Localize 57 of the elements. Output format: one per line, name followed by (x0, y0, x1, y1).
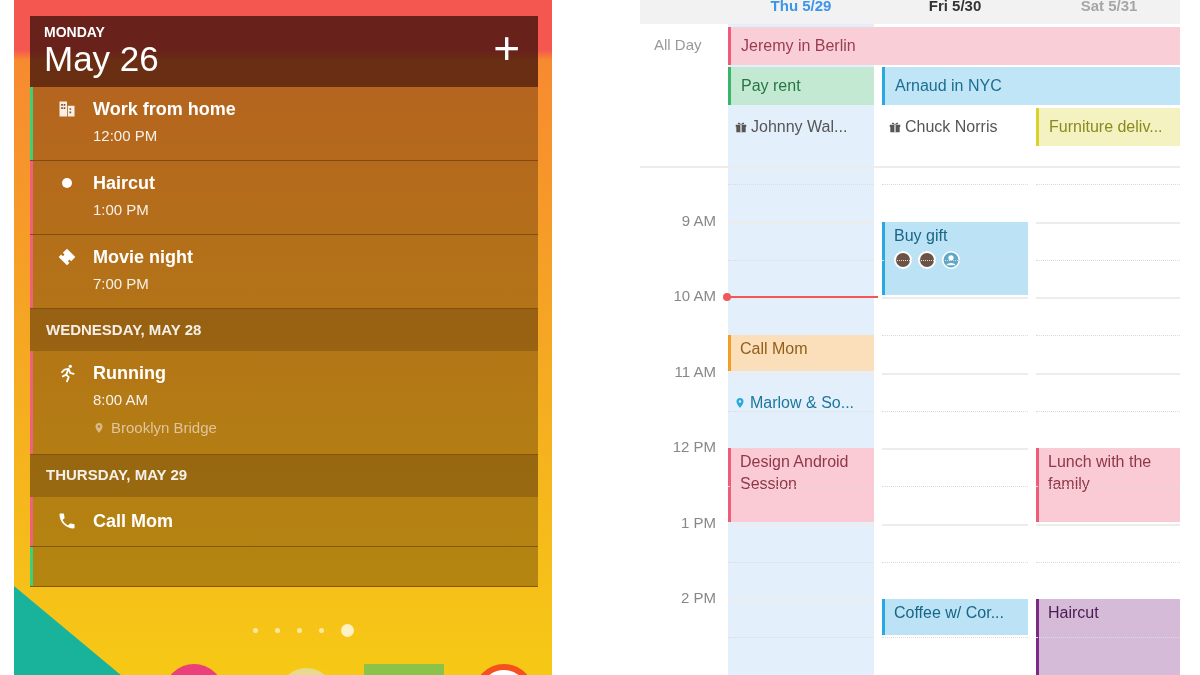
event-time: 1:00 PM (93, 200, 150, 220)
avatar-placeholder (894, 250, 912, 269)
hour-label: 11 AM (673, 361, 716, 382)
calendar-event[interactable]: Design Android Session (728, 448, 874, 522)
all-day-event[interactable]: Furniture deliv... (1036, 108, 1180, 146)
hour-label: 10 AM (672, 286, 716, 307)
gift-icon (734, 120, 748, 134)
event-title: Haircut (1048, 603, 1099, 624)
event-time: 8:00 AM (93, 390, 150, 410)
birthday-event[interactable]: Chuck Norris (905, 115, 998, 139)
hour-label: 9 AM (680, 210, 716, 231)
date-label: May 26 (44, 40, 159, 78)
all-day-label: All Day (654, 35, 702, 55)
all-day-event[interactable]: Jeremy in Berlin (728, 27, 1180, 65)
gift-icon (888, 120, 902, 134)
event-time: 7:00 PM (93, 274, 150, 294)
all-day-event[interactable]: Pay rent (728, 67, 874, 105)
event-title: Movie night (93, 246, 193, 269)
calendar-event[interactable]: Call Mom (728, 335, 874, 371)
calendar-event[interactable]: Haircut (1036, 599, 1180, 675)
person-silhouette-icon (942, 250, 960, 269)
weekday-label: MONDAY (44, 24, 106, 40)
building-icon (57, 99, 77, 119)
agenda-event[interactable]: Haircut 1:00 PM (30, 161, 538, 235)
add-button[interactable]: + (493, 28, 520, 68)
hour-label: 2 PM (680, 588, 716, 609)
birthday-event[interactable]: Johnny Wal... (751, 115, 848, 139)
event-title: Call Mom (740, 339, 808, 359)
event-title: Call Mom (93, 510, 173, 533)
calendar-event[interactable]: Coffee w/ Cor... (882, 599, 1028, 635)
day-tab[interactable]: Fri 5/30 (882, 0, 1028, 19)
event-title: Lunch with the family (1048, 452, 1153, 495)
agenda-event[interactable]: Running 8:00 AM Brooklyn Bridge (30, 351, 538, 455)
all-day-event[interactable]: Arnaud in NYC (882, 67, 1180, 105)
day-heading: THURSDAY, MAY 29 (30, 454, 538, 497)
day-tab[interactable]: Thu 5/29 (728, 0, 874, 19)
event-location: Brooklyn Bridge (111, 418, 217, 438)
event-title: Coffee w/ Cor... (894, 603, 1004, 624)
hour-label: 1 PM (680, 512, 716, 533)
event-title: Work from home (93, 98, 236, 121)
agenda-event[interactable]: Work from home 12:00 PM (30, 87, 538, 161)
agenda-event[interactable]: Movie night 7:00 PM (30, 235, 538, 309)
event-title: Design Android Session (740, 452, 850, 495)
day-heading: WEDNESDAY, MAY 28 (30, 309, 538, 351)
calendar-event[interactable]: Buy gift (882, 221, 1028, 296)
agenda-event[interactable] (30, 546, 538, 587)
event-title: Running (93, 362, 167, 385)
hour-label: 12 PM (671, 437, 716, 458)
avatar-placeholder (918, 250, 936, 269)
event-title: Haircut (93, 172, 155, 195)
ticket-icon (57, 247, 77, 267)
calendar-event[interactable]: Lunch with the family (1036, 448, 1180, 522)
event-time: 12:00 PM (93, 126, 159, 146)
agenda-event[interactable]: Call Mom (30, 496, 538, 547)
phone-icon (57, 511, 77, 531)
location-event[interactable]: Marlow & So... (750, 390, 855, 415)
event-title: Buy gift (894, 225, 948, 246)
